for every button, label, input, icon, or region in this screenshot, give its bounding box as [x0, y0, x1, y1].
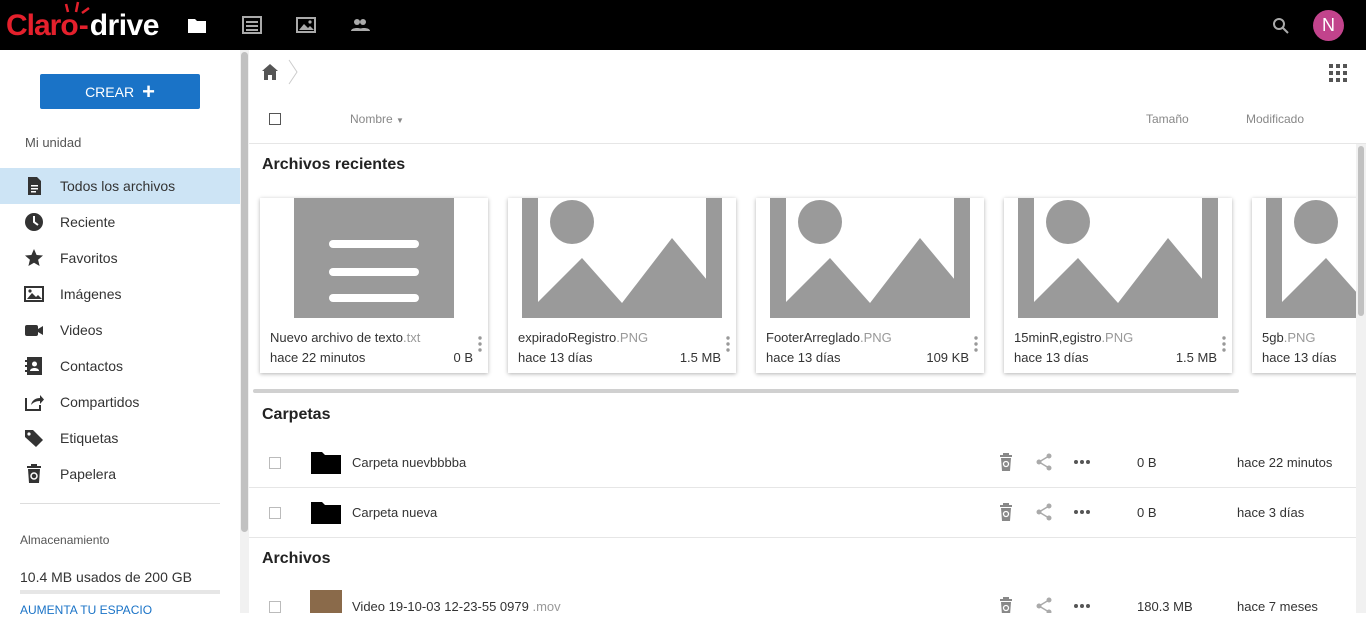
more-vertical-icon[interactable] — [478, 336, 482, 352]
sidebar-item-videos[interactable]: Videos — [0, 312, 240, 348]
sidebar-item-contacts[interactable]: Contactos — [0, 348, 240, 384]
storage-title: Almacenamiento — [20, 533, 110, 547]
more-horizontal-icon[interactable] — [1073, 453, 1091, 471]
folder-icon[interactable] — [187, 15, 207, 35]
image-icon[interactable] — [296, 15, 316, 35]
row-checkbox[interactable] — [269, 507, 281, 519]
sidebar-item-recent[interactable]: Reciente — [0, 204, 240, 240]
files-title: Archivos — [262, 550, 331, 567]
section-label: Mi unidad — [25, 135, 82, 150]
create-button[interactable]: CREAR + — [40, 74, 200, 109]
clock-icon — [24, 212, 44, 232]
sidebar-item-label: Favoritos — [60, 250, 118, 266]
sidebar-item-label: Contactos — [60, 358, 124, 374]
sort-by-name[interactable]: Nombre ▼ — [350, 112, 404, 126]
table-row[interactable]: Carpeta nueva 0 B hace 3 días — [249, 488, 1356, 538]
sort-down-icon: ▼ — [396, 116, 404, 125]
sidebar-item-trash[interactable]: Papelera — [0, 456, 240, 492]
sidebar-item-all-files[interactable]: Todos los archivos — [0, 168, 240, 204]
sidebar-item-label: Compartidos — [60, 394, 140, 410]
breadcrumb-chevron-icon — [288, 59, 298, 85]
text-file-thumbnail — [274, 198, 474, 318]
document-icon — [24, 176, 44, 196]
share-icon — [24, 392, 44, 412]
more-vertical-icon[interactable] — [726, 336, 730, 352]
share-icon[interactable] — [1035, 597, 1053, 613]
recent-horizontal-scrollbar[interactable] — [253, 389, 1239, 393]
trash-icon — [24, 464, 44, 484]
claro-drive-logo[interactable]: Claro - drive — [6, 9, 159, 43]
sidebar-item-images[interactable]: Imágenes — [0, 276, 240, 312]
sidebar-item-favorites[interactable]: Favoritos — [0, 240, 240, 276]
sidebar-item-label: Videos — [60, 322, 103, 338]
increase-storage-link[interactable]: AUMENTA TU ESPACIO — [20, 603, 152, 617]
image-file-thumbnail — [522, 198, 722, 318]
avatar[interactable]: N — [1313, 10, 1344, 41]
table-row[interactable]: Video 19-10-03 12-23-55 0979 .mov 180.3 … — [249, 582, 1356, 613]
sidebar-item-label: Etiquetas — [60, 430, 119, 446]
sidebar-item-tags[interactable]: Etiquetas — [0, 420, 240, 456]
logo-spark-icon — [64, 1, 90, 14]
sidebar-nav: Todos los archivos Reciente Favoritos Im… — [0, 168, 240, 492]
recent-file-card[interactable]: Nuevo archivo de texto.txt hace 22 minut… — [260, 198, 488, 373]
trash-icon[interactable] — [997, 503, 1015, 521]
main-content: Nombre ▼ Tamaño Modificado Archivos reci… — [249, 50, 1366, 613]
main-scrollbar[interactable] — [1356, 144, 1366, 613]
top-bar: Claro - drive N — [0, 0, 1366, 50]
sidebar-item-label: Imágenes — [60, 286, 122, 302]
storage-bar — [20, 590, 220, 594]
folder-icon — [311, 502, 341, 524]
video-thumbnail — [310, 590, 342, 613]
sidebar-item-shared[interactable]: Compartidos — [0, 384, 240, 420]
sidebar-item-label: Papelera — [60, 466, 117, 482]
storage-used: 10.4 MB usados de 200 GB — [20, 569, 192, 585]
grid-view-icon[interactable] — [1329, 64, 1347, 82]
trash-icon[interactable] — [997, 597, 1015, 613]
recent-file-card[interactable]: FooterArreglado.PNG hace 13 días 109 KB — [756, 198, 984, 373]
more-vertical-icon[interactable] — [1222, 336, 1226, 352]
recent-files-title: Archivos recientes — [262, 156, 406, 173]
contacts-icon — [24, 356, 44, 376]
more-horizontal-icon[interactable] — [1073, 597, 1091, 613]
sidebar-item-label: Todos los archivos — [60, 178, 176, 194]
divider — [20, 503, 220, 504]
tag-icon — [24, 428, 44, 448]
image-icon — [24, 284, 44, 304]
star-icon — [24, 248, 44, 268]
more-horizontal-icon[interactable] — [1073, 503, 1091, 521]
column-modified[interactable]: Modificado — [1246, 112, 1304, 126]
folders-title: Carpetas — [262, 406, 331, 423]
video-icon — [24, 320, 44, 340]
sidebar-item-label: Reciente — [60, 214, 116, 230]
select-all-checkbox[interactable] — [269, 113, 281, 125]
more-vertical-icon[interactable] — [974, 336, 978, 352]
plus-icon: + — [142, 78, 155, 104]
people-icon[interactable] — [350, 15, 370, 35]
image-file-thumbnail — [1266, 198, 1360, 318]
recent-file-card[interactable]: 15minR,egistro.PNG hace 13 días 1.5 MB — [1004, 198, 1232, 373]
share-icon[interactable] — [1035, 503, 1053, 521]
list-icon[interactable] — [242, 15, 262, 35]
sidebar-scrollbar[interactable] — [240, 50, 249, 613]
sidebar: CREAR + Mi unidad Todos los archivos Rec… — [0, 50, 240, 617]
column-size[interactable]: Tamaño — [1146, 112, 1189, 126]
search-icon[interactable] — [1272, 17, 1289, 34]
trash-icon[interactable] — [997, 453, 1015, 471]
recent-file-card[interactable]: 5gb.PNG hace 13 días — [1252, 198, 1360, 373]
share-icon[interactable] — [1035, 453, 1053, 471]
recent-files-carousel: Nuevo archivo de texto.txt hace 22 minut… — [249, 188, 1360, 388]
row-checkbox[interactable] — [269, 457, 281, 469]
folder-icon — [311, 452, 341, 474]
image-file-thumbnail — [1018, 198, 1218, 318]
table-header: Nombre ▼ Tamaño Modificado — [249, 100, 1366, 144]
table-row[interactable]: Carpeta nuevbbbba 0 B hace 22 minutos — [249, 438, 1356, 488]
home-icon[interactable] — [261, 63, 279, 81]
recent-file-card[interactable]: expiradoRegistro.PNG hace 13 días 1.5 MB — [508, 198, 736, 373]
row-checkbox[interactable] — [269, 601, 281, 613]
image-file-thumbnail — [770, 198, 970, 318]
